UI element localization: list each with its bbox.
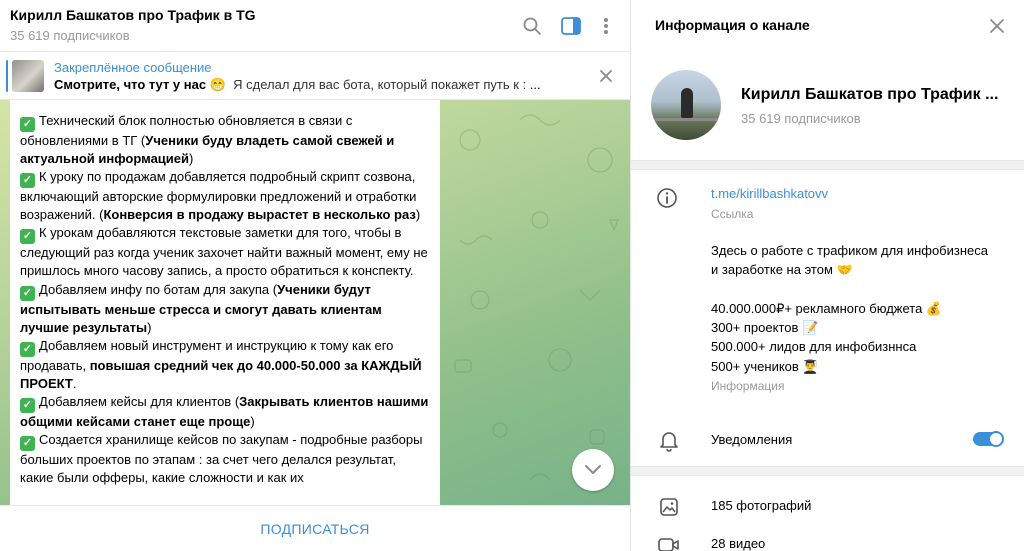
pinned-indicator xyxy=(6,60,8,92)
about-line: и заработке на этом 🤝 xyxy=(711,262,853,278)
message-paragraph: ✓ Технический блок полностью обновляется … xyxy=(20,113,395,167)
check-mark-icon: ✓ xyxy=(20,341,35,357)
message-paragraph: ✓ Создается хранилище кейсов по закупам -… xyxy=(20,432,423,486)
link-caption: Ссылка xyxy=(711,207,754,221)
check-mark-icon: ✓ xyxy=(20,173,35,189)
about-caption: Информация xyxy=(711,379,785,393)
chat-footer: ПОДПИСАТЬСЯ xyxy=(0,505,630,551)
message-paragraph: ✓ К урокам добавляются текстовые заметки … xyxy=(20,225,428,279)
message-paragraph: ✓ К уроку по продажам добавляется подробн… xyxy=(20,169,421,223)
notifications-toggle[interactable] xyxy=(973,431,1004,447)
check-mark-icon: ✓ xyxy=(20,397,35,413)
chevron-down-icon xyxy=(585,465,601,474)
message-paragraph: ✓ Добавляем новый инструмент и инструкцию… xyxy=(20,337,422,391)
photo-icon xyxy=(657,495,681,519)
about-line xyxy=(711,280,988,299)
channel-info-pane: Информация о канале Кирилл Башкатов про … xyxy=(630,0,1024,551)
about-line: 300+ проектов 📝 xyxy=(711,320,819,336)
pinned-label: Закреплённое сообщение xyxy=(54,60,212,75)
pinned-message[interactable]: Закреплённое сообщение Смотрите, что тут… xyxy=(0,52,630,100)
about-line: 500+ учеников 👨‍🎓 xyxy=(711,358,819,374)
about-line: 500.000+ лидов для инфобизннса xyxy=(711,339,917,355)
notifications-label: Уведомления xyxy=(711,432,793,447)
chat-title[interactable]: Кирилл Башкатов про Трафик в TG xyxy=(10,7,256,23)
subscribe-button[interactable]: ПОДПИСАТЬСЯ xyxy=(260,521,369,537)
more-vertical-icon[interactable] xyxy=(594,14,618,38)
scroll-down-button[interactable] xyxy=(572,449,614,491)
profile-subscribers: 35 619 подписчиков xyxy=(741,111,861,126)
channel-link[interactable]: t.me/kirillbashkatovv xyxy=(711,186,828,201)
message-paragraph: ✓ Добавляем кейсы для клиентов (Закрывать… xyxy=(20,393,429,429)
message-bubble: ✓ Технический блок полностью обновляется … xyxy=(10,100,440,505)
search-icon[interactable] xyxy=(520,14,544,38)
channel-description: Здесь о работе с трафиком для инфобизнес… xyxy=(711,241,988,376)
photos-count[interactable]: 185 фотографий xyxy=(711,498,811,513)
profile-name: Кирилл Башкатов про Трафик ... xyxy=(741,86,999,103)
check-mark-icon: ✓ xyxy=(20,285,35,301)
avatar[interactable] xyxy=(651,70,721,140)
section-divider xyxy=(631,160,1024,170)
check-mark-icon: ✓ xyxy=(20,117,35,132)
videos-count[interactable]: 28 видео xyxy=(711,536,765,551)
about-line: 40.000.000₽+ рекламного бюджета 💰 xyxy=(711,300,943,316)
chat-subscribers: 35 619 подписчиков xyxy=(10,28,130,43)
section-divider xyxy=(631,466,1024,476)
info-icon xyxy=(655,186,679,210)
message-paragraph: ✓ Добавляем инфу по ботам для закупа (Уче… xyxy=(20,281,382,335)
video-icon xyxy=(657,533,681,551)
sidebar-toggle-icon[interactable] xyxy=(559,14,583,38)
close-icon[interactable] xyxy=(987,16,1007,36)
close-pinned-icon[interactable] xyxy=(596,66,616,86)
chat-header: Кирилл Башкатов про Трафик в TG 35 619 п… xyxy=(0,0,630,52)
check-mark-icon: ✓ xyxy=(20,436,35,452)
pinned-thumbnail xyxy=(12,60,44,92)
chat-pane: Кирилл Башкатов про Трафик в TG 35 619 п… xyxy=(0,0,630,551)
check-mark-icon: ✓ xyxy=(20,229,35,245)
info-title: Информация о канале xyxy=(655,17,810,33)
bell-icon xyxy=(657,429,681,453)
pinned-text: Смотрите, что тут у нас 😁 Я сделал для в… xyxy=(54,77,541,92)
about-line: Здесь о работе с трафиком для инфобизнес… xyxy=(711,243,988,258)
